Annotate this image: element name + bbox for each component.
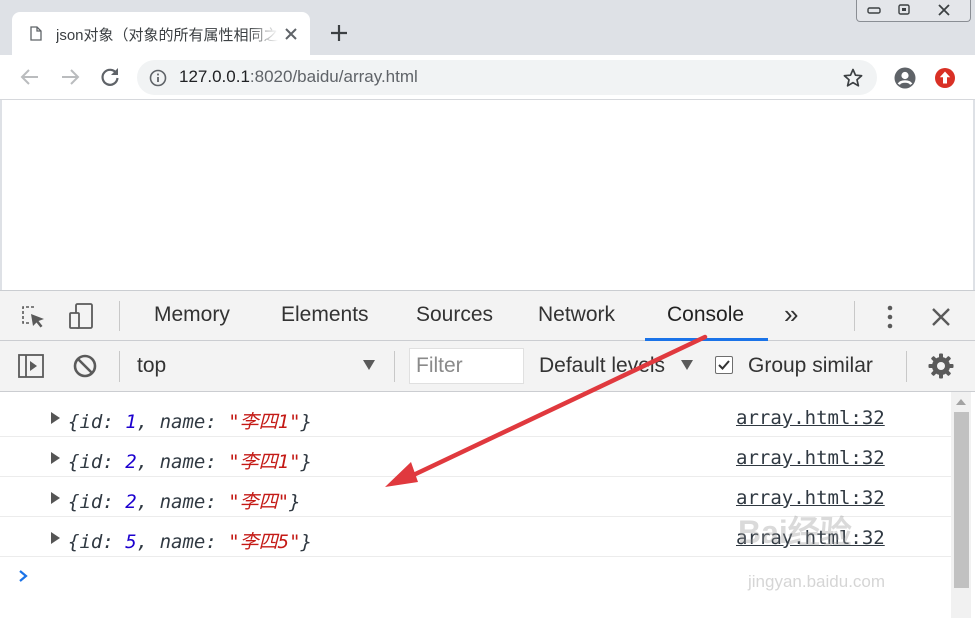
console-scrollbar[interactable] xyxy=(951,392,971,618)
object-name-value: "李四1" xyxy=(228,411,301,433)
tab-sources[interactable]: Sources xyxy=(416,303,493,329)
console-prompt-chevron-icon[interactable] xyxy=(16,568,32,584)
scroll-up-arrow-icon[interactable] xyxy=(956,399,966,405)
tab-console[interactable]: Console xyxy=(667,303,744,329)
context-selector[interactable]: top xyxy=(137,354,166,378)
object-id-value: 1 xyxy=(125,411,137,433)
source-link[interactable]: array.html:32 xyxy=(736,407,885,429)
object-name-value: "李四" xyxy=(228,491,290,513)
document-icon xyxy=(30,26,42,41)
object-id-value: 2 xyxy=(125,451,137,473)
update-available-icon[interactable] xyxy=(933,66,957,90)
console-settings-gear-icon[interactable] xyxy=(927,352,955,380)
clear-console-icon[interactable] xyxy=(71,352,99,380)
checkmark-icon xyxy=(718,360,730,370)
forward-icon[interactable] xyxy=(58,65,82,89)
new-tab-button[interactable] xyxy=(328,22,350,44)
browser-toolbar: 127.0.0.1:8020/baidu/array.html xyxy=(0,55,975,100)
object-name-value: "李四1" xyxy=(228,451,301,473)
browser-tab[interactable]: json对象（对象的所有属性相同之 xyxy=(12,12,310,55)
more-tabs-chevron-icon[interactable]: » xyxy=(784,299,798,329)
url-text[interactable]: 127.0.0.1:8020/baidu/array.html xyxy=(179,67,418,89)
object-id-value: 5 xyxy=(125,531,137,553)
window-close-icon[interactable] xyxy=(933,2,955,18)
page-viewport[interactable] xyxy=(0,100,975,290)
reload-icon[interactable] xyxy=(98,65,122,89)
filter-input[interactable] xyxy=(416,354,516,378)
info-icon[interactable] xyxy=(149,69,167,87)
inspect-element-icon[interactable] xyxy=(20,303,48,331)
bookmark-star-icon[interactable] xyxy=(841,66,865,90)
close-devtools-icon[interactable] xyxy=(927,303,955,331)
console-message[interactable]: {id: 2, name: "李四1"} array.html:32 xyxy=(0,437,951,477)
url-path: :8020/baidu/array.html xyxy=(249,67,418,86)
devtools-tab-bar: Memory Elements Sources Network Console … xyxy=(0,291,975,341)
watermark-logo: Bai经验 xyxy=(738,514,852,550)
group-similar-label: Group similar xyxy=(748,354,873,377)
browser-window: json对象（对象的所有属性相同之 127.0.0.1:8020/baidu/a… xyxy=(0,0,975,618)
tab-memory[interactable]: Memory xyxy=(154,303,230,329)
tab-title: json对象（对象的所有属性相同之 xyxy=(56,27,278,44)
tab-elements[interactable]: Elements xyxy=(281,303,369,329)
restore-icon[interactable] xyxy=(893,2,915,18)
logged-object[interactable]: {id: 5, name: "李四5"} xyxy=(68,527,312,554)
scrollbar-thumb[interactable] xyxy=(954,412,969,588)
object-id-value: 2 xyxy=(125,491,137,513)
back-icon[interactable] xyxy=(18,65,42,89)
window-controls xyxy=(856,0,971,22)
levels-chevron-down-icon[interactable] xyxy=(680,359,694,371)
expand-triangle-icon[interactable] xyxy=(51,412,60,424)
chevron-down-icon[interactable] xyxy=(362,359,376,371)
address-bar[interactable]: 127.0.0.1:8020/baidu/array.html xyxy=(137,60,877,95)
expand-triangle-icon[interactable] xyxy=(51,452,60,464)
logged-object[interactable]: {id: 1, name: "李四1"} xyxy=(68,407,312,434)
filter-input-box[interactable] xyxy=(409,348,524,384)
profile-avatar-icon[interactable] xyxy=(893,66,917,90)
url-host: 127.0.0.1 xyxy=(179,67,250,86)
logged-object[interactable]: {id: 2, name: "李四"} xyxy=(68,487,301,514)
expand-triangle-icon[interactable] xyxy=(51,532,60,544)
kebab-menu-icon[interactable] xyxy=(876,303,904,331)
source-link[interactable]: array.html:32 xyxy=(736,487,885,509)
show-sidebar-icon[interactable] xyxy=(17,352,45,380)
watermark-url: jingyan.baidu.com xyxy=(748,572,886,591)
tab-strip: json对象（对象的所有属性相同之 xyxy=(0,0,975,55)
source-link[interactable]: array.html:32 xyxy=(736,447,885,469)
devtools-panel: Memory Elements Sources Network Console … xyxy=(0,290,975,618)
expand-triangle-icon[interactable] xyxy=(51,492,60,504)
console-toolbar: top Default levels Group similar xyxy=(0,341,975,392)
object-name-value: "李四5" xyxy=(228,531,301,553)
logged-object[interactable]: {id: 2, name: "李四1"} xyxy=(68,447,312,474)
close-icon[interactable] xyxy=(282,25,300,43)
minimize-icon[interactable] xyxy=(863,2,885,18)
device-toolbar-icon[interactable] xyxy=(68,302,96,330)
console-message[interactable]: {id: 1, name: "李四1"} array.html:32 xyxy=(0,397,951,437)
log-levels-dropdown[interactable]: Default levels xyxy=(539,354,665,378)
group-similar-checkbox[interactable] xyxy=(715,356,733,374)
tab-network[interactable]: Network xyxy=(538,303,615,329)
